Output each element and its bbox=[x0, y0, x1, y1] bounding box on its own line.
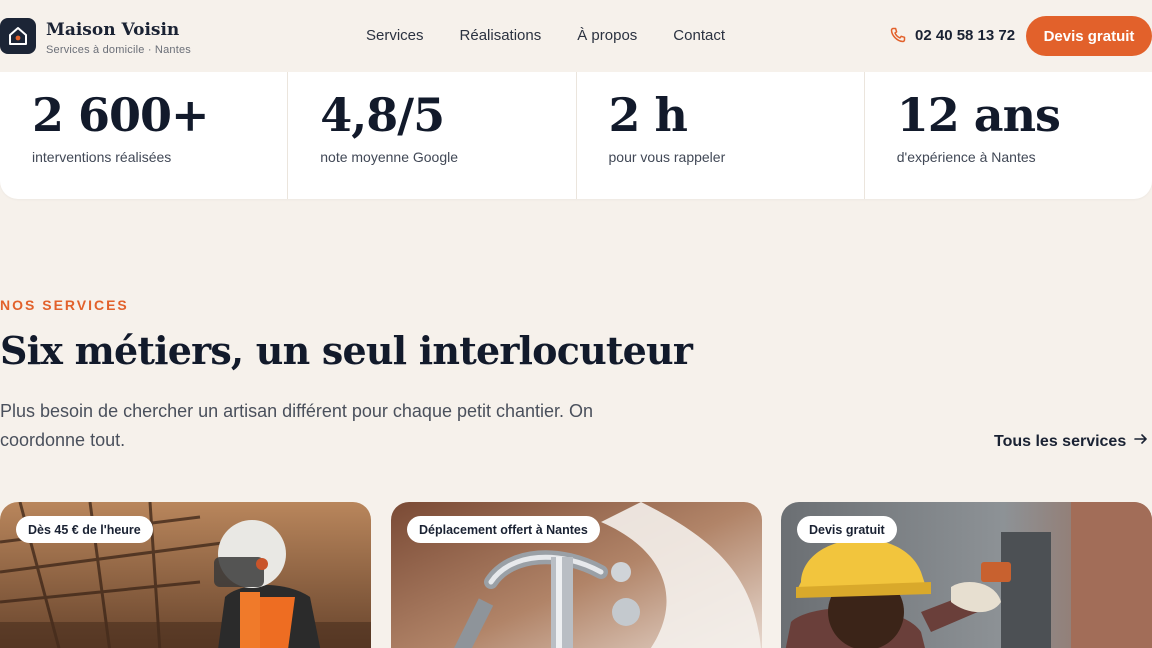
all-services-label: Tous les services bbox=[994, 432, 1127, 450]
stat-value: 2 600+ bbox=[32, 88, 210, 142]
stat-label: interventions réalisées bbox=[32, 149, 172, 165]
stat-label: note moyenne Google bbox=[320, 149, 459, 165]
phone-number-link[interactable]: 02 40 58 13 72 bbox=[915, 27, 1015, 44]
section-eyebrow: NOS SERVICES bbox=[0, 297, 129, 313]
stats-card: 2 600+ interventions réalisées 4,8/5 not… bbox=[0, 60, 1152, 199]
brand-tagline: Services à domicile · Nantes bbox=[46, 44, 191, 56]
brand-name[interactable]: Maison Voisin bbox=[46, 20, 179, 40]
service-card[interactable]: Déplacement offert à Nantes bbox=[391, 502, 762, 648]
house-icon[interactable] bbox=[0, 18, 36, 54]
arrow-right-icon bbox=[1134, 432, 1148, 451]
stat-item: 2 600+ interventions réalisées bbox=[0, 60, 287, 199]
stat-value: 4,8/5 bbox=[320, 88, 445, 142]
service-card[interactable]: Dès 45 € de l'heure bbox=[0, 502, 371, 648]
stat-item: 2 h pour vous rappeler bbox=[575, 60, 864, 199]
nav-item-services[interactable]: Services bbox=[366, 27, 424, 44]
card-badge: Déplacement offert à Nantes bbox=[407, 516, 600, 543]
service-card[interactable]: Devis gratuit bbox=[781, 502, 1152, 648]
phone-icon bbox=[890, 27, 906, 48]
card-badge: Dès 45 € de l'heure bbox=[16, 516, 153, 543]
card-badge: Devis gratuit bbox=[797, 516, 897, 543]
nav-item-a-propos[interactable]: À propos bbox=[577, 27, 637, 44]
main-nav: Services Réalisations À propos Contact bbox=[366, 27, 725, 44]
all-services-link[interactable]: Tous les services bbox=[994, 432, 1148, 451]
quote-button[interactable]: Devis gratuit bbox=[1026, 16, 1152, 56]
section-title: Six métiers, un seul interlocuteur bbox=[0, 328, 693, 373]
section-description: Plus besoin de chercher un artisan diffé… bbox=[0, 401, 594, 450]
nav-item-contact[interactable]: Contact bbox=[673, 27, 725, 44]
site-header: Maison Voisin Services à domicile · Nant… bbox=[0, 0, 1152, 72]
stat-item: 4,8/5 note moyenne Google bbox=[287, 60, 575, 199]
stat-item: 12 ans d'expérience à Nantes bbox=[863, 60, 1152, 199]
stat-label: pour vous rappeler bbox=[608, 149, 726, 165]
stat-label: d'expérience à Nantes bbox=[896, 149, 1036, 165]
stat-value: 2 h bbox=[608, 88, 688, 142]
stat-value: 12 ans bbox=[896, 88, 1061, 142]
nav-item-realisations[interactable]: Réalisations bbox=[460, 27, 542, 44]
